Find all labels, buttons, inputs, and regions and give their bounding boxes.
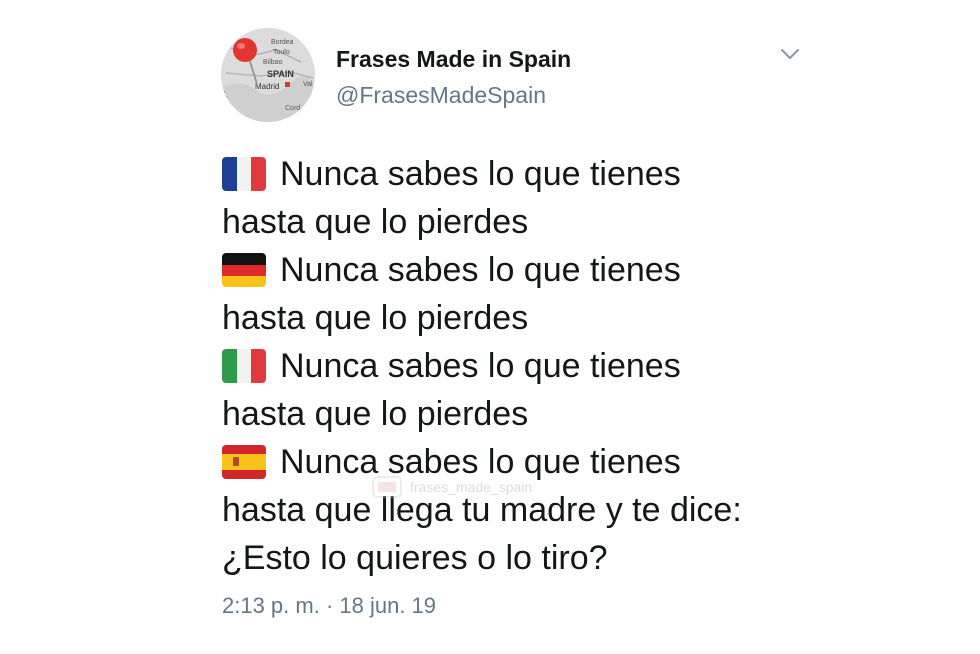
tweet-card: Bordea Toulo Bilbao SPAIN Madrid L Val C… <box>0 0 980 654</box>
tweet-line-text: Nunca sabes lo que tienes <box>280 155 681 193</box>
spain-flag-icon <box>222 445 266 479</box>
tweet-line: Nunca sabes lo que tienes <box>222 150 862 198</box>
tweet-line-text: hasta que lo pierdes <box>222 395 529 433</box>
map-pin-avatar-image: Bordea Toulo Bilbao SPAIN Madrid L Val C… <box>221 28 315 122</box>
tweet-line-text: hasta que llega tu madre y te dice: <box>222 491 742 529</box>
author-name[interactable]: Frases Made in Spain <box>336 46 571 73</box>
map-label: Toulo <box>273 49 290 56</box>
tweet-text: Nunca sabes lo que tienes hasta que lo p… <box>222 150 862 582</box>
map-label: Bilbao <box>263 59 283 66</box>
author-handle[interactable]: @FrasesMadeSpain <box>336 82 546 109</box>
map-label: Bordea <box>271 39 294 46</box>
tweet-line: hasta que lo pierdes <box>222 294 862 342</box>
tweet-line: Nunca sabes lo que tienes <box>222 342 862 390</box>
avatar[interactable]: Bordea Toulo Bilbao SPAIN Madrid L Val C… <box>221 28 315 122</box>
tweet-line: ¿Esto lo quieres o lo tiro? <box>222 534 862 582</box>
tweet-line: Nunca sabes lo que tienes <box>222 438 862 486</box>
tweet-line: hasta que lo pierdes <box>222 198 862 246</box>
tweet-line-text: ¿Esto lo quieres o lo tiro? <box>222 539 608 577</box>
france-flag-icon <box>222 157 266 191</box>
map-label: L <box>223 90 228 99</box>
tweet-line: hasta que llega tu madre y te dice: <box>222 486 862 534</box>
tweet-line-text: Nunca sabes lo que tienes <box>280 251 681 289</box>
italy-flag-icon <box>222 349 266 383</box>
map-label: Cord <box>285 105 300 112</box>
tweet-timestamp[interactable]: 2:13 p. m. · 18 jun. 19 <box>222 593 436 619</box>
tweet-line-text: hasta que lo pierdes <box>222 203 529 241</box>
germany-flag-icon <box>222 253 266 287</box>
map-label: Madrid <box>255 82 279 91</box>
map-label: Val <box>303 81 313 88</box>
tweet-line-text: Nunca sabes lo que tienes <box>280 347 681 385</box>
map-label: SPAIN <box>267 69 294 79</box>
tweet-line-text: hasta que lo pierdes <box>222 299 529 337</box>
tweet-line-text: Nunca sabes lo que tienes <box>280 443 681 481</box>
tweet-line: hasta que lo pierdes <box>222 390 862 438</box>
tweet-line: Nunca sabes lo que tienes <box>222 246 862 294</box>
chevron-down-icon[interactable] <box>778 44 802 64</box>
